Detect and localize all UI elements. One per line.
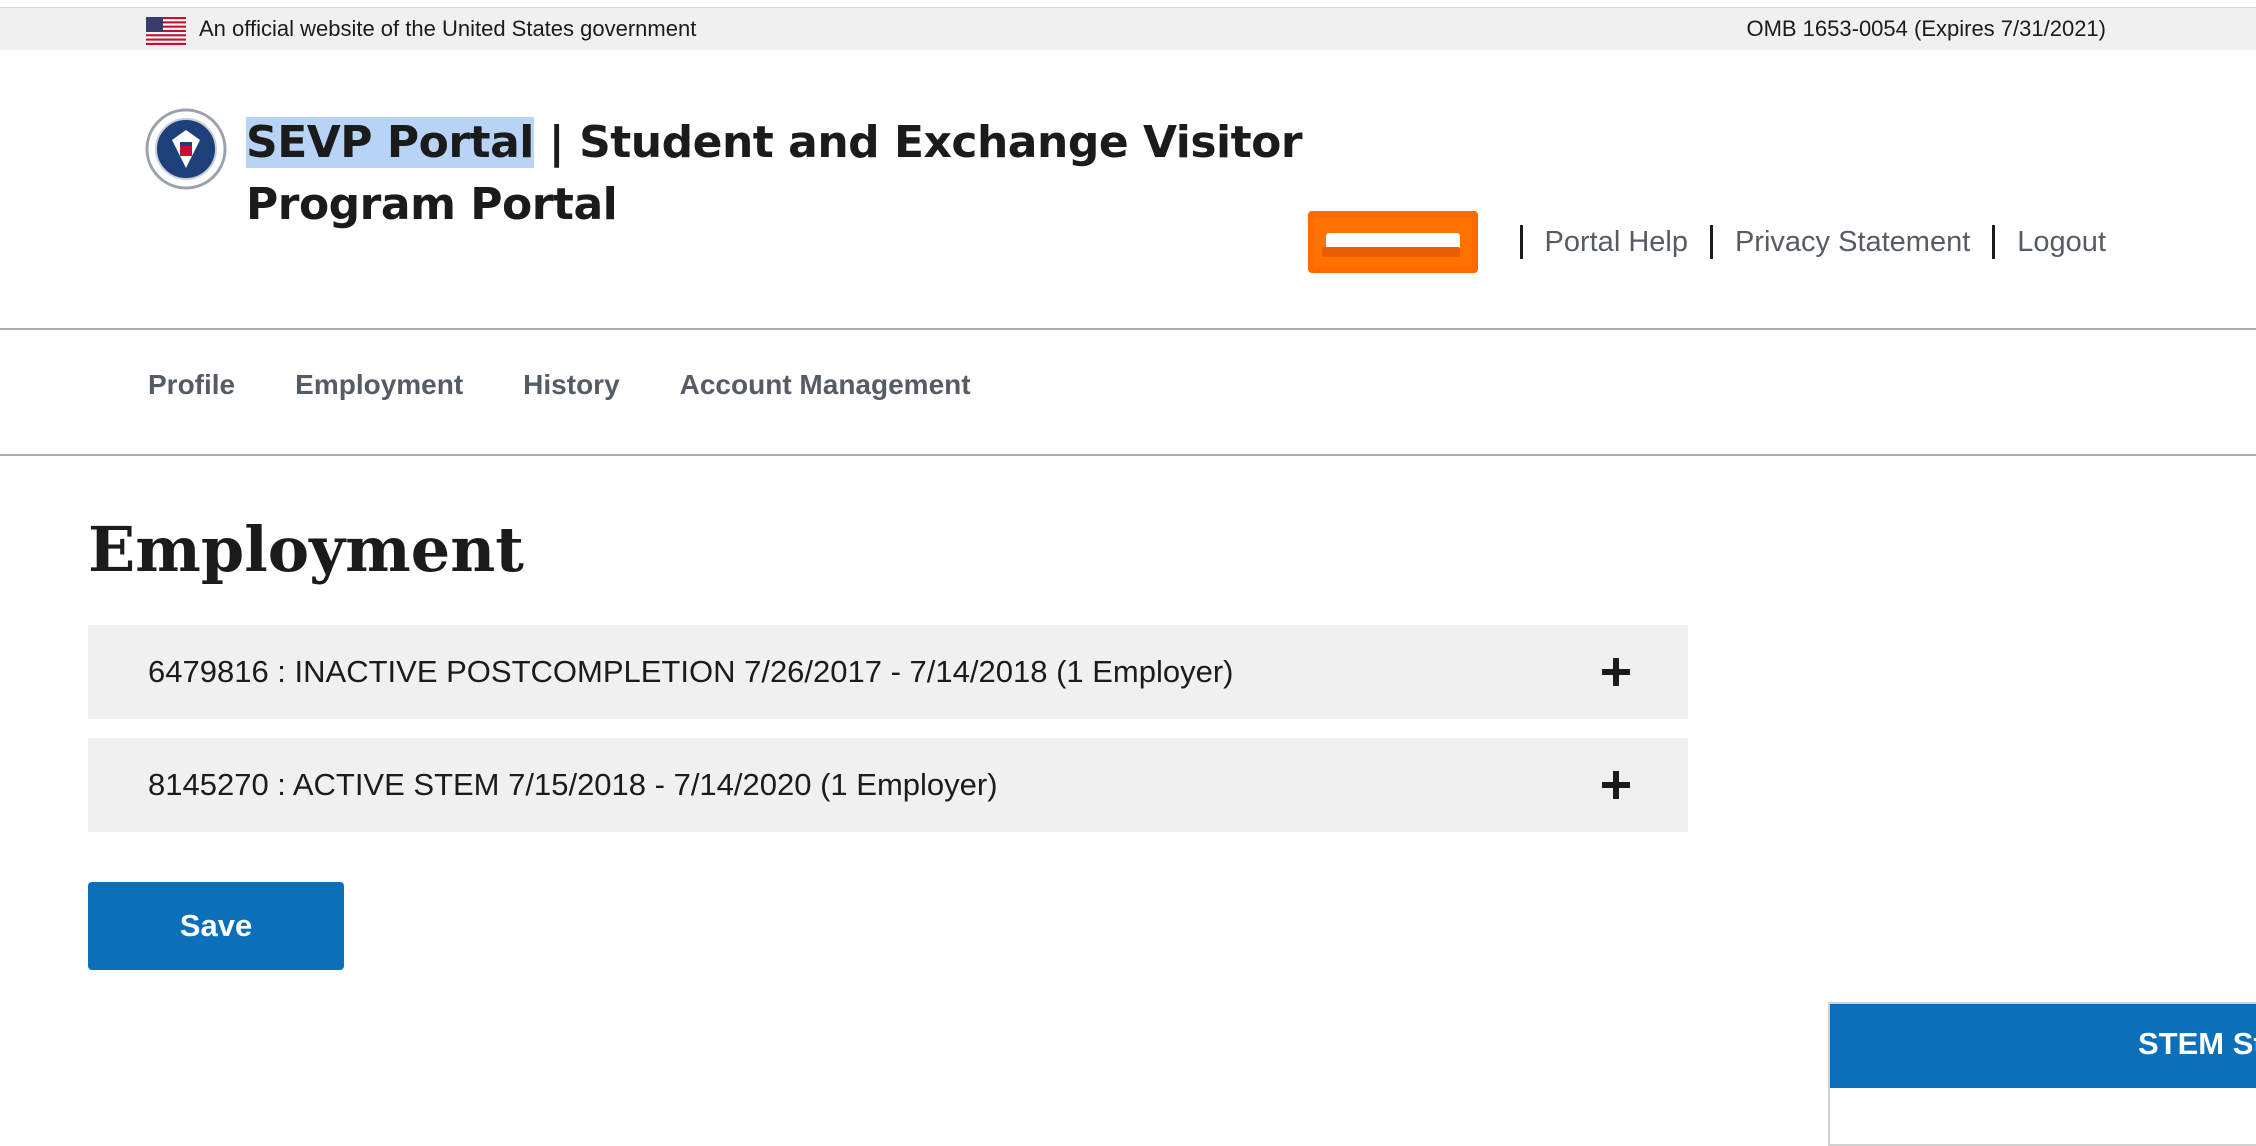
- nav-item-account-management[interactable]: Account Management: [680, 369, 971, 401]
- nav-divider: [1709, 225, 1713, 259]
- employment-accordion[interactable]: 6479816 : INACTIVE POSTCOMPLETION 7/26/2…: [88, 625, 1688, 719]
- gov-banner: An official website of the United States…: [0, 7, 2256, 50]
- nav-item-history[interactable]: History: [523, 369, 619, 401]
- nav-item-profile[interactable]: Profile: [148, 369, 235, 401]
- plus-icon[interactable]: [1602, 658, 1630, 686]
- save-button[interactable]: Save: [88, 882, 344, 970]
- page-title: Employment: [88, 513, 524, 586]
- side-panel-header: STEM St: [1830, 1004, 2256, 1088]
- site-title[interactable]: SEVP Portal | Student and Exchange Visit…: [246, 112, 1396, 236]
- nav-border-bottom: [0, 454, 2256, 456]
- privacy-statement-link[interactable]: Privacy Statement: [1735, 226, 1970, 259]
- nav-item-employment[interactable]: Employment: [295, 369, 463, 401]
- plus-icon[interactable]: [1602, 771, 1630, 799]
- stem-side-panel: STEM St: [1828, 1002, 2256, 1146]
- nav-divider: [1992, 225, 1996, 259]
- employment-accordion[interactable]: 8145270 : ACTIVE STEM 7/15/2018 - 7/14/2…: [88, 738, 1688, 832]
- accordion-label: 8145270 : ACTIVE STEM 7/15/2018 - 7/14/2…: [148, 767, 998, 802]
- omb-number-text: OMB 1653-0054 (Expires 7/31/2021): [1746, 16, 2106, 41]
- official-website-text: An official website of the United States…: [199, 16, 697, 41]
- site-title-highlight: SEVP Portal: [246, 117, 534, 168]
- primary-nav: Profile Employment History Account Manag…: [148, 360, 971, 410]
- redaction-mark: [1321, 247, 1460, 257]
- us-flag-icon: [146, 17, 186, 45]
- user-name-button-redacted[interactable]: [1307, 211, 1478, 273]
- portal-help-link[interactable]: Portal Help: [1545, 226, 1688, 259]
- side-panel-title: STEM St: [2138, 1026, 2256, 1061]
- nav-border-top: [0, 328, 2256, 330]
- accordion-label: 6479816 : INACTIVE POSTCOMPLETION 7/26/2…: [148, 654, 1234, 689]
- logout-link[interactable]: Logout: [2017, 226, 2106, 259]
- dhs-seal-icon: [145, 108, 227, 190]
- nav-divider: [1519, 225, 1523, 259]
- utility-nav: Portal Help Privacy Statement Logout: [1307, 210, 2106, 274]
